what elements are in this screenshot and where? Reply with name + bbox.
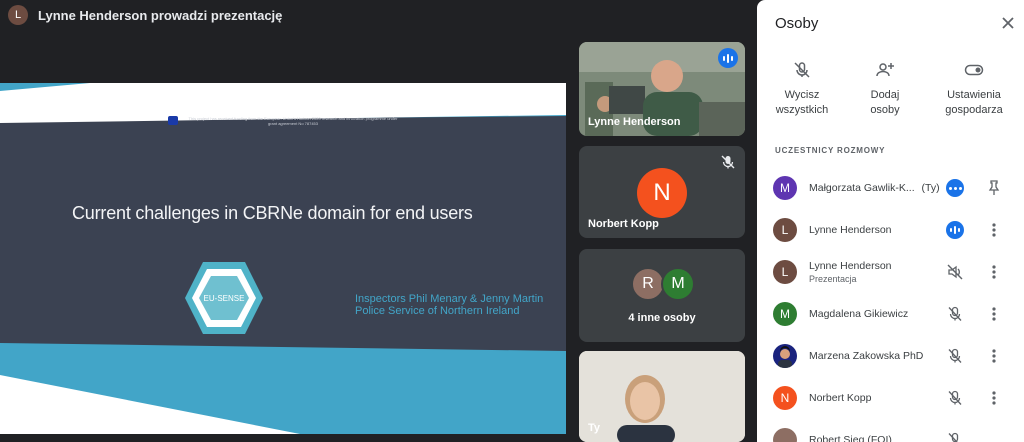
participant-name: Małgorzata Gawlik-K... (Ty) (809, 182, 940, 194)
presenter-avatar: L (8, 5, 28, 25)
more-vert-icon[interactable] (986, 263, 1002, 281)
toggle-icon (964, 64, 984, 76)
action-label-line2: wszystkich (775, 104, 829, 116)
avatar: M (773, 176, 797, 200)
action-label-line2: gospodarza (945, 104, 1003, 116)
avatar: L (773, 218, 797, 242)
participant-name: Norbert Kopp (809, 392, 872, 404)
tile-name: Norbert Kopp (588, 218, 659, 230)
more-vert-icon[interactable] (986, 221, 1002, 239)
slide-title: Current challenges in CBRNe domain for e… (72, 203, 473, 223)
slide-police-text: Police Service of Northern Ireland (355, 305, 520, 317)
action-label-line2: osoby (870, 104, 900, 116)
slide-funding-note: This project has received funding from t… (188, 116, 398, 126)
person-add-icon (876, 63, 894, 77)
participant-name: Magdalena Gikiewicz (809, 308, 909, 320)
participant-row[interactable]: L Lynne Henderson Prezentacja (757, 251, 1024, 293)
section-label: UCZESTNICY ROZMOWY (775, 146, 886, 155)
more-vert-icon[interactable] (986, 347, 1002, 365)
participant-name: Lynne Henderson (809, 224, 892, 236)
avatar: M (773, 302, 797, 326)
action-label-line1: Dodaj (870, 89, 900, 101)
mic-off-icon (721, 155, 735, 169)
participant-row[interactable]: Marzena Zakowska PhD (757, 335, 1024, 377)
meeting-stage: This project has received funding from t… (0, 30, 757, 442)
mic-off-icon (948, 390, 962, 405)
participant-row[interactable]: M Małgorzata Gawlik-K... (Ty) (757, 167, 1024, 209)
video-tile-others[interactable]: R M 4 inne osoby (579, 249, 745, 342)
presenting-title: Lynne Henderson prowadzi prezentację (38, 7, 283, 23)
mute-all-button[interactable]: Wycisz wszystkich (757, 60, 847, 118)
slide-presenters: Inspectors Phil Menary & Jenny Martin Po… (355, 293, 543, 317)
sound-off-icon (947, 264, 963, 280)
add-people-button[interactable]: Dodaj osoby (840, 60, 930, 118)
mic-off-icon (948, 348, 962, 363)
avatar (773, 344, 797, 368)
action-label-line1: Wycisz (784, 89, 820, 101)
presentation-slide: This project has received funding from t… (0, 83, 566, 434)
more-vert-icon[interactable] (986, 305, 1002, 323)
close-icon[interactable] (1000, 15, 1016, 31)
others-avatars: R M (631, 267, 695, 301)
avatar: N (773, 386, 797, 410)
participant-name: Lynne Henderson (809, 260, 892, 272)
participant-row[interactable]: L Lynne Henderson (757, 209, 1024, 251)
mic-off-icon (794, 62, 810, 78)
participant-subtitle: Prezentacja (809, 274, 857, 284)
speaking-icon (946, 221, 964, 239)
pin-icon[interactable] (986, 179, 1002, 197)
video-tile-lynne-henderson[interactable]: Lynne Henderson (579, 42, 745, 136)
avatar-m: M (661, 267, 695, 301)
avatar-r: R (631, 267, 665, 301)
participant-row[interactable]: N Norbert Kopp (757, 377, 1024, 419)
participant-name: Marzena Zakowska PhD (809, 350, 924, 362)
participant-avatar: N (637, 168, 687, 218)
more-vert-icon[interactable] (986, 389, 1002, 407)
slide-inspectors-text: Inspectors Phil Menary & Jenny Martin (355, 293, 544, 305)
speaking-icon (718, 48, 738, 68)
others-count-label: 4 inne osoby (628, 312, 696, 324)
avatar: L (773, 260, 797, 284)
action-label-line1: Ustawienia (947, 89, 1001, 101)
participant-row[interactable]: M Magdalena Gikiewicz (757, 293, 1024, 335)
self-video-feed (579, 351, 745, 442)
video-tile-self[interactable]: Ty (579, 351, 745, 442)
tile-name: Lynne Henderson (588, 116, 681, 128)
eu-flag-icon (168, 116, 178, 125)
video-tile-norbert-kopp[interactable]: N Norbert Kopp (579, 146, 745, 238)
eu-sense-logo: EU-SENSE (185, 262, 263, 334)
logo-text: EU-SENSE (204, 294, 245, 303)
presentation-bar: L Lynne Henderson prowadzi prezentację (0, 0, 757, 30)
tile-name: Ty (588, 422, 601, 434)
participant-name: Robert Sieg (FOI) (809, 434, 892, 442)
host-settings-button[interactable]: Ustawienia gospodarza (929, 60, 1019, 118)
slide-background (0, 83, 566, 434)
people-panel: Osoby Wycisz wszystkich Dodaj osoby Usta… (757, 0, 1024, 442)
mic-off-icon (948, 432, 959, 442)
participant-row[interactable]: Robert Sieg (FOI) (757, 419, 1024, 442)
mic-off-icon (948, 306, 962, 321)
avatar (773, 428, 797, 442)
more-icon[interactable] (946, 179, 964, 197)
panel-title: Osoby (775, 15, 819, 32)
